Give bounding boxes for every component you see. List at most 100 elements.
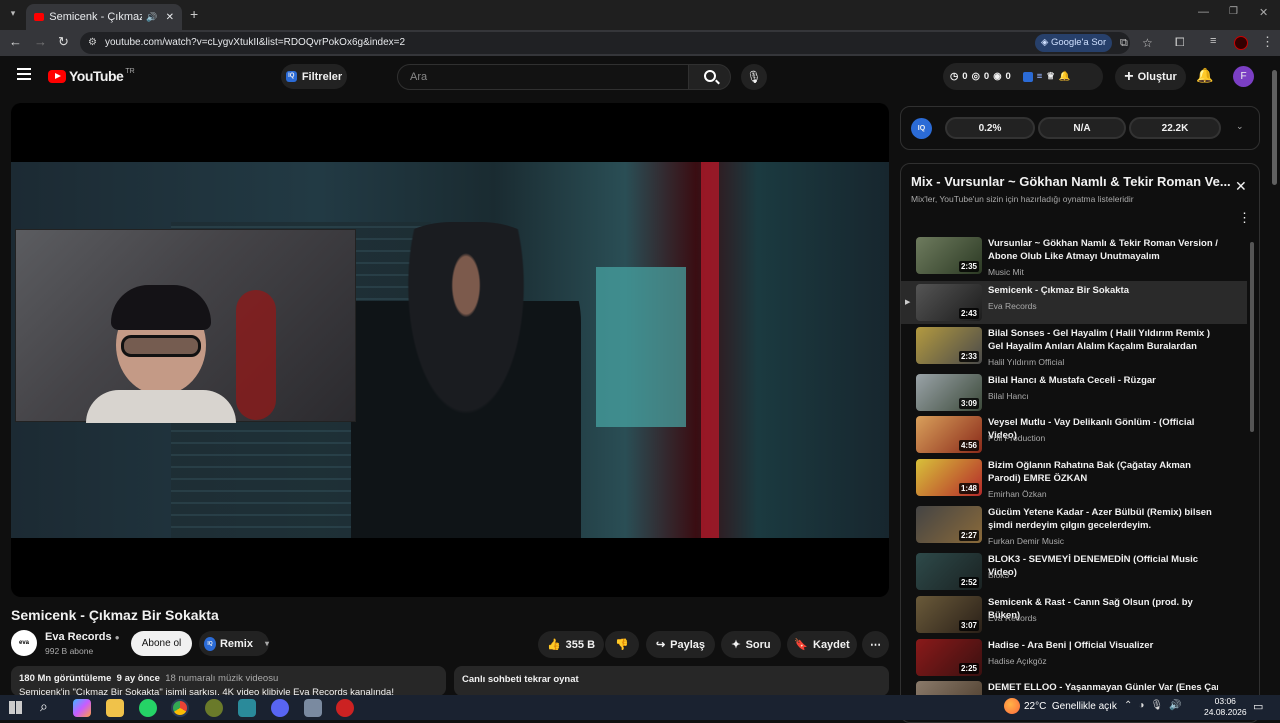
- clock[interactable]: 03:06 24.08.2026: [1204, 696, 1247, 718]
- list-item[interactable]: 2:43 Semicenk - Çıkmaz Bir Sokakta Eva R…: [915, 284, 1245, 324]
- notifications-bell-icon[interactable]: 🔔: [1196, 67, 1213, 84]
- notification-center-icon[interactable]: ▭: [1253, 700, 1263, 713]
- file-explorer-icon[interactable]: [106, 699, 124, 717]
- weather-widget[interactable]: 22°C Genellikle açık: [1024, 701, 1117, 712]
- address-field[interactable]: ⚙ youtube.com/watch?v=cLygvXtukII&list=R…: [80, 32, 1153, 54]
- search-icon[interactable]: ⌕: [40, 698, 48, 715]
- red-neon-strip: [701, 162, 719, 538]
- cast-icon[interactable]: ⧉: [1120, 32, 1128, 54]
- forward-icon[interactable]: →: [34, 34, 47, 49]
- duration-badge: 3:09: [958, 398, 979, 409]
- avatar[interactable]: F: [1233, 66, 1254, 87]
- chair-red-accent: [236, 290, 276, 420]
- item-title: Hadise - Ara Beni | Official Visualizer: [988, 640, 1154, 651]
- list-item[interactable]: 3:09 Bilal Hancı & Mustafa Ceceli - Rüzg…: [915, 374, 1245, 414]
- weather-icon: [1004, 698, 1020, 714]
- bookmark-star-icon[interactable]: ☆: [1142, 32, 1153, 54]
- award-icon[interactable]: ♕: [1046, 71, 1055, 82]
- list-item[interactable]: 2:35 Vursunlar ~ Gökhan Namlı & Tekir Ro…: [915, 237, 1245, 277]
- share-icon: ↪: [655, 639, 666, 651]
- chrome-icon[interactable]: [171, 699, 189, 717]
- windows-start-icon[interactable]: [9, 701, 22, 714]
- search-input[interactable]: Ara: [397, 64, 689, 90]
- remix-button[interactable]: IQ Remix ▾: [199, 631, 269, 656]
- site-info-icon[interactable]: ⚙: [88, 32, 97, 54]
- subscribe-button[interactable]: Abone ol: [131, 631, 192, 656]
- iq-filter-icon: IQ: [285, 71, 297, 82]
- eye-icon: ◎: [971, 71, 980, 82]
- guide-menu-icon[interactable]: [17, 68, 31, 80]
- tab-list-chevron-icon[interactable]: ▾: [6, 8, 20, 22]
- duration-badge: 2:25: [958, 663, 979, 674]
- audio-playing-icon[interactable]: 🔊: [146, 12, 157, 23]
- more-actions-button[interactable]: ⋯: [862, 631, 889, 658]
- list-item[interactable]: 3:07 Semicenk & Rast - Canın Sağ Olsun (…: [915, 596, 1245, 636]
- iq-stat-1: 0.2%: [945, 117, 1035, 139]
- list-item[interactable]: 1:48 Bizim Oğlanın Rahatına Bak (Çağatay…: [915, 459, 1245, 499]
- copilot-icon[interactable]: [73, 699, 91, 717]
- app-icon-3[interactable]: [304, 699, 322, 717]
- list-item[interactable]: DEMET ELLOO - Yaşanmayan Günler Var (Ene…: [915, 681, 1245, 695]
- restore-icon[interactable]: ❐: [1229, 6, 1238, 17]
- google-ask-button[interactable]: ◈ Google'a Sor: [1035, 34, 1113, 52]
- description-box[interactable]: 180 Mn görüntüleme 9 ay önce 18 numaralı…: [11, 666, 446, 696]
- app-icon-1[interactable]: [205, 699, 223, 717]
- item-title: DEMET ELLOO - Yaşanmayan Günler Var (Ene…: [988, 682, 1218, 693]
- channel-name[interactable]: Eva Records ●: [45, 631, 120, 643]
- duration-badge: 1:48: [958, 483, 979, 494]
- list-item[interactable]: 2:27 Gücüm Yetene Kadar - Azer Bülbül (R…: [915, 506, 1245, 546]
- list-icon[interactable]: ≡: [1037, 71, 1043, 82]
- glasses: [121, 335, 201, 357]
- dislike-button[interactable]: 👎: [605, 631, 639, 658]
- search-button[interactable]: [688, 64, 731, 90]
- list-item[interactable]: 2:25 Hadise - Ara Beni | Official Visual…: [915, 639, 1245, 679]
- extensions-icon[interactable]: ⧠: [1175, 35, 1185, 50]
- filters-button[interactable]: IQ Filtreler: [281, 64, 347, 89]
- voice-search-button[interactable]: 🎙: [741, 64, 767, 90]
- youtube-logo-text: YouTube: [69, 68, 124, 84]
- list-item[interactable]: 4:56 Veysel Mutlu - Vay Delikanlı Gönlüm…: [915, 416, 1245, 456]
- youtube-logo[interactable]: YouTube TR: [48, 68, 135, 84]
- person-hair: [111, 285, 211, 330]
- list-item[interactable]: 2:33 Bilal Sonses - Gel Hayalim ( Halil …: [915, 327, 1245, 367]
- playlist-menu-icon[interactable]: ⋮: [1238, 210, 1251, 226]
- new-tab-button[interactable]: +: [190, 6, 198, 22]
- thumbnail: 3:09: [916, 374, 982, 411]
- playlist-scrollbar[interactable]: [1250, 242, 1254, 432]
- video-player[interactable]: [11, 103, 889, 597]
- reload-icon[interactable]: ↻: [58, 34, 69, 50]
- stat-b: 0: [983, 71, 990, 82]
- save-button[interactable]: 🔖 Kaydet: [787, 631, 857, 658]
- app-icon-4[interactable]: [336, 699, 354, 717]
- thumbnail: 2:27: [916, 506, 982, 543]
- list-item[interactable]: 2:52 BLOK3 - SEVMEYİ DENEMEDİN (Official…: [915, 553, 1245, 593]
- channel-avatar[interactable]: eva: [11, 630, 37, 656]
- chart-tag: 18 numaralı müzik videosu: [165, 673, 279, 684]
- browser-menu-icon[interactable]: ⋮: [1261, 34, 1274, 50]
- playlist-close-icon[interactable]: ✕: [1235, 178, 1247, 195]
- whatsapp-icon[interactable]: [139, 699, 157, 717]
- back-icon[interactable]: ←: [9, 34, 22, 49]
- system-tray-icons[interactable]: ⌃◑🎙🔊: [1124, 700, 1188, 711]
- tab-close-icon[interactable]: ✕: [166, 12, 174, 23]
- app-icon-2[interactable]: [238, 699, 256, 717]
- window-close-icon[interactable]: ✕: [1259, 6, 1268, 19]
- alert-bell-icon[interactable]: 🔔: [1059, 71, 1071, 82]
- iq-icon[interactable]: [1022, 71, 1033, 82]
- item-title: Gücüm Yetene Kadar - Azer Bülbül (Remix)…: [988, 507, 1212, 531]
- duration-badge: 2:27: [958, 530, 979, 541]
- page-scrollbar[interactable]: [1272, 70, 1277, 185]
- thumbnail: 2:25: [916, 639, 982, 676]
- discord-icon[interactable]: [271, 699, 289, 717]
- share-button[interactable]: ↪ Paylaş: [646, 631, 715, 658]
- chat-replay-button[interactable]: Canlı sohbeti tekrar oynat: [454, 666, 889, 696]
- browser-tab[interactable]: Semicenk - Çıkmaz Bir Soka 🔊 ✕: [26, 4, 182, 30]
- profile-avatar-icon[interactable]: [1234, 36, 1248, 50]
- iq-expand-chevron-icon[interactable]: ⌄: [1236, 121, 1244, 132]
- minimize-icon[interactable]: —: [1198, 6, 1209, 18]
- like-button[interactable]: 👍 355 B: [538, 631, 604, 658]
- media-controls-icon[interactable]: ≡: [1210, 35, 1216, 47]
- ask-button[interactable]: ✦ Soru: [721, 631, 781, 658]
- windows-taskbar: ⌕ 22°C Genellikle açık ⌃◑🎙🔊 03:06 24.08.…: [0, 695, 1280, 720]
- create-button[interactable]: + Oluştur: [1115, 64, 1186, 90]
